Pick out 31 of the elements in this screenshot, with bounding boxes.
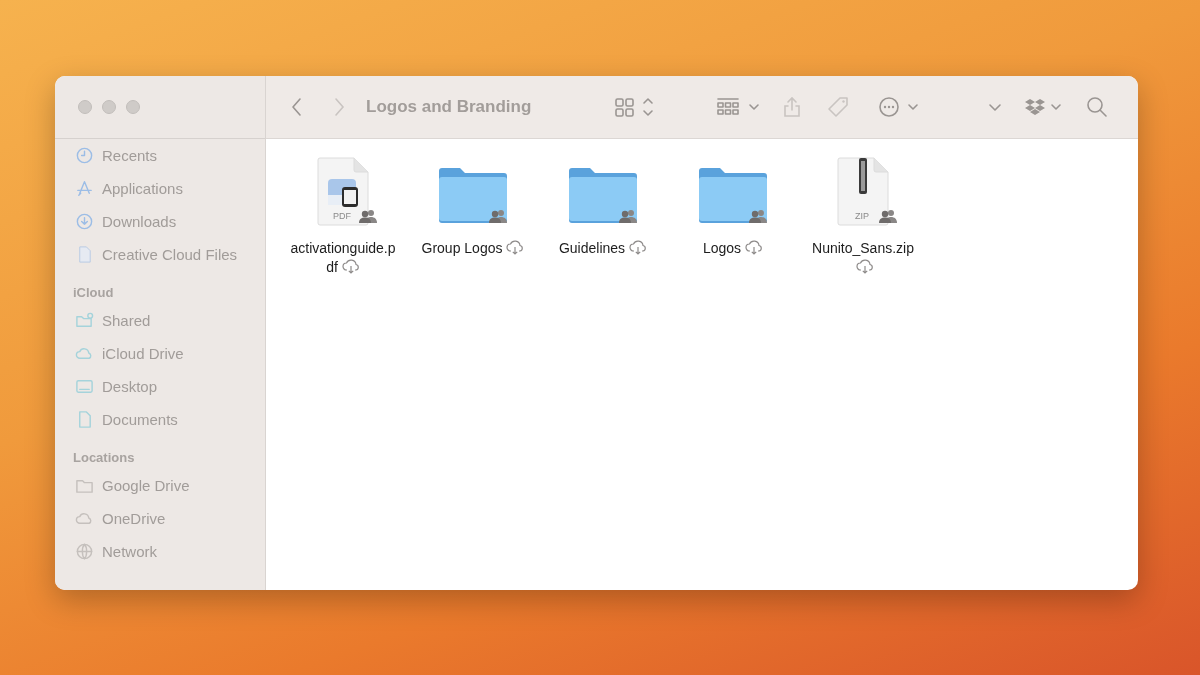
sidebar-item[interactable]: Applications [55, 172, 265, 205]
file-name[interactable]: Logos [677, 239, 789, 258]
sidebar-item[interactable]: Google Drive [55, 469, 265, 502]
pdf-document-icon: PDF [316, 157, 370, 227]
sidebar-section-header: iCloud [72, 284, 115, 302]
file-name[interactable]: Group Logos [417, 239, 529, 258]
chevron-icon [989, 104, 1002, 111]
window-title: Logos and Branding [366, 97, 532, 117]
sidebar-item[interactable]: OneDrive [55, 502, 265, 535]
file-name[interactable]: Nunito_Sans.zip [807, 239, 919, 277]
close-button[interactable] [78, 100, 92, 114]
app-store-icon [75, 179, 94, 198]
sidebar-item[interactable]: Documents [55, 403, 265, 436]
desktop-icon [75, 377, 94, 396]
file-name[interactable]: activationguide.pdf [287, 239, 399, 277]
sidebar-item[interactable]: Downloads [55, 205, 265, 238]
sidebar-item[interactable]: iCloud Drive [55, 337, 265, 370]
sidebar-item[interactable]: Desktop [55, 370, 265, 403]
shared-folder-icon [75, 311, 94, 330]
download-icon [75, 212, 94, 231]
sidebar-item[interactable]: Recents [55, 139, 265, 172]
zip-archive-icon: ZIP [836, 157, 890, 227]
minimize-button[interactable] [102, 100, 116, 114]
sidebar-item[interactable]: Network [55, 535, 265, 568]
globe-icon [75, 542, 94, 561]
sidebar-item[interactable]: Shared [55, 304, 265, 337]
sidebar-section-header: Locations [72, 449, 136, 467]
zoom-button[interactable] [126, 100, 140, 114]
sidebar-item[interactable]: Creative Cloud Files [55, 238, 265, 271]
clock-icon [75, 146, 94, 165]
file-name[interactable]: Guidelines [547, 239, 659, 258]
